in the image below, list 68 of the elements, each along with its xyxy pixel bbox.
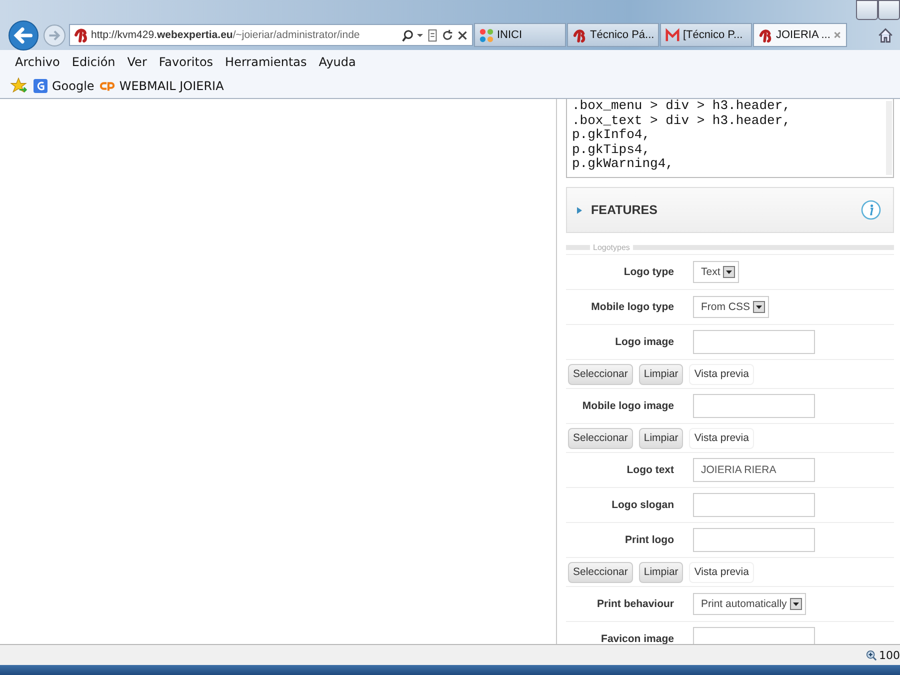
swirl-icon xyxy=(758,28,773,42)
dropdown-field[interactable]: Text xyxy=(693,261,740,283)
favorite-link[interactable]: Google xyxy=(33,78,94,92)
mail-icon xyxy=(665,28,680,42)
dropdown-icon[interactable] xyxy=(416,31,424,39)
section-header[interactable]: FEATURES xyxy=(566,187,894,233)
scrollbar[interactable] xyxy=(886,101,892,175)
field-label: Mobile logo type xyxy=(590,301,674,313)
search-icon[interactable] xyxy=(401,28,414,42)
refresh-icon[interactable] xyxy=(441,28,454,42)
back-button[interactable] xyxy=(8,20,39,50)
address-bar[interactable]: http://kvm429.webexpertia.eu/~joieriar/administrator/inde xyxy=(69,24,473,46)
star-icon[interactable] xyxy=(10,77,27,94)
action-button[interactable]: Seleccionar xyxy=(568,562,633,582)
action-button[interactable]: Seleccionar xyxy=(568,364,633,384)
input-field[interactable] xyxy=(693,493,815,517)
action-button[interactable]: Vista previa xyxy=(689,364,754,384)
field-label: Logo text xyxy=(626,464,674,476)
dropdown-icon xyxy=(723,266,736,278)
menu-item[interactable]: Edición xyxy=(68,54,120,68)
action-button[interactable]: Limpiar xyxy=(638,428,684,448)
google-icon xyxy=(33,78,48,92)
dropdown-icon xyxy=(790,598,802,610)
css-textarea[interactable]: .box_menu > div > h3.header, .box_text > div > h3.header, p.gkInfo4, p.gkTips4, p.gkWarning4, xyxy=(566,99,894,178)
browser-tab[interactable]: Técnico Pá... xyxy=(567,23,659,47)
swirl-icon xyxy=(73,27,89,43)
input-field[interactable]: JOIERIA RIERA xyxy=(693,458,815,482)
zoom-icon[interactable] xyxy=(866,650,877,660)
browser-tab[interactable]: JOIERIA ... xyxy=(753,23,847,47)
action-button[interactable]: Seleccionar xyxy=(568,428,633,448)
field-label: Mobile logo image xyxy=(581,400,674,412)
field-label: Print behaviour xyxy=(596,598,674,610)
field-label: Print logo xyxy=(624,534,674,546)
swirl-icon xyxy=(572,28,587,42)
menu-item[interactable]: Favoritos xyxy=(154,54,218,68)
close-icon[interactable] xyxy=(833,30,842,40)
browser-tab[interactable]: [Técnico P... xyxy=(660,23,752,47)
maximize-button[interactable] xyxy=(878,0,900,20)
field-label: Logo type xyxy=(622,266,674,278)
zoom-level[interactable]: 100 xyxy=(879,648,900,662)
browser-tab[interactable]: INICI xyxy=(474,23,566,47)
menu-item[interactable]: Ver xyxy=(123,54,151,68)
dropdown-field[interactable]: Print automatically xyxy=(693,593,806,615)
dropdown-icon xyxy=(753,301,766,313)
page-icon[interactable] xyxy=(426,28,439,42)
action-button[interactable]: Limpiar xyxy=(638,364,684,384)
input-field[interactable] xyxy=(693,330,815,354)
input-field[interactable] xyxy=(693,627,815,644)
section-title: FEATURES xyxy=(591,203,658,217)
field-label: Logo image xyxy=(614,336,674,348)
action-button[interactable]: Limpiar xyxy=(638,562,684,582)
menu-item[interactable]: Archivo xyxy=(11,54,64,68)
action-button[interactable]: Vista previa xyxy=(689,428,754,448)
menu-item[interactable]: Herramientas xyxy=(221,54,311,68)
field-label: Favicon image xyxy=(600,633,674,644)
menu-item[interactable]: Ayuda xyxy=(314,54,360,68)
info-icon[interactable] xyxy=(861,200,881,220)
field-label: Logo slogan xyxy=(610,499,674,511)
dropdown-field[interactable]: From CSS xyxy=(693,296,770,318)
joomla-icon xyxy=(479,28,494,42)
minimize-button[interactable] xyxy=(856,0,878,20)
home-icon[interactable] xyxy=(877,26,894,44)
stop-icon[interactable] xyxy=(456,28,469,42)
input-field[interactable] xyxy=(693,528,815,552)
fieldset-legend: Logotypes xyxy=(590,243,633,252)
input-field[interactable] xyxy=(693,394,815,418)
favorite-link[interactable]: WEBMAIL JOIERIA xyxy=(100,78,224,92)
action-button[interactable]: Vista previa xyxy=(689,562,754,582)
